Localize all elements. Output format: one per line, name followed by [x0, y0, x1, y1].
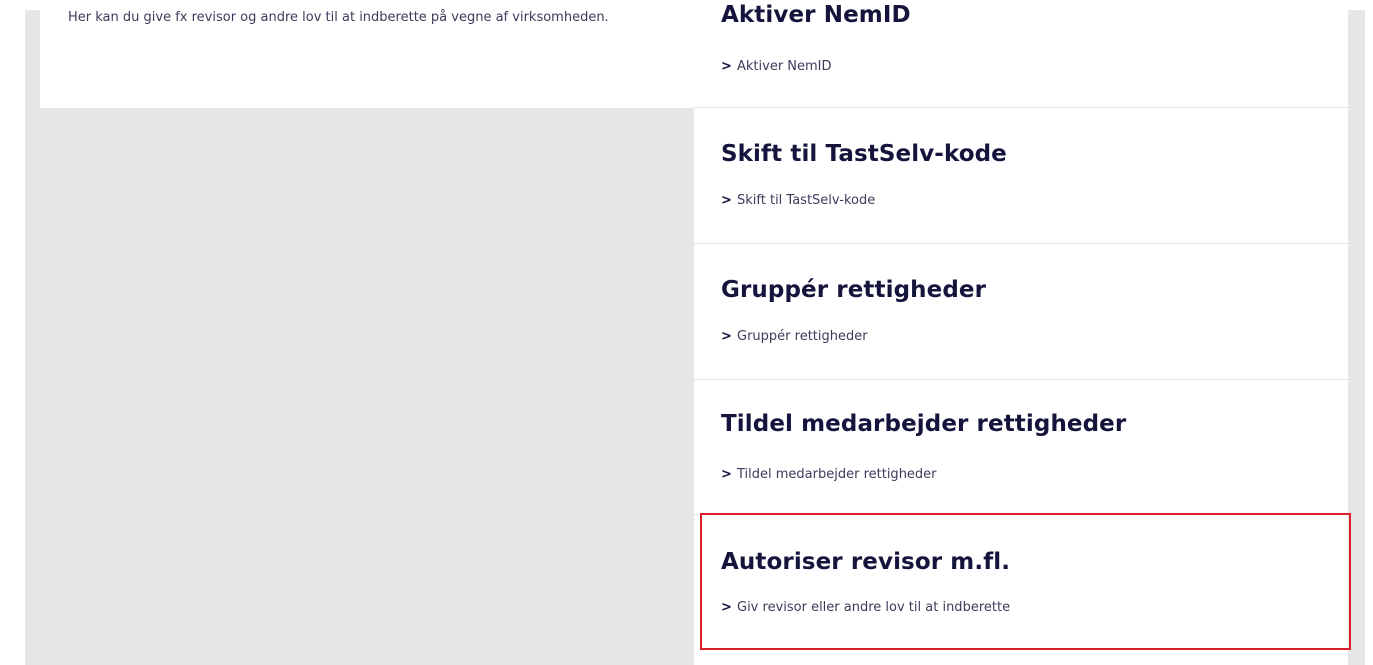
link-autoriser-revisor[interactable]: > Giv revisor eller andre lov til at ind… [721, 600, 1010, 615]
card-aktiver-nemid: Aktiver NemID > Aktiver NemID [694, 0, 1348, 108]
page: Her kan du give fx revisor og andre lov … [0, 0, 1373, 665]
card-title: Gruppér rettigheder [721, 277, 987, 303]
link-label: Giv revisor eller andre lov til at indbe… [737, 600, 1011, 615]
card-title: Autoriser revisor m.fl. [721, 549, 1011, 575]
link-tildel-rettigheder[interactable]: > Tildel medarbejder rettigheder [721, 467, 937, 482]
intro-description: Her kan du give fx revisor og andre lov … [68, 10, 609, 25]
card-tildel-rettigheder: Tildel medarbejder rettigheder > Tildel … [694, 380, 1348, 515]
card-autoriser-revisor: Autoriser revisor m.fl. > Giv revisor el… [694, 515, 1348, 665]
self-service-list: Aktiver NemID > Aktiver NemID Skift til … [694, 0, 1348, 665]
chevron-right-icon: > [721, 600, 732, 615]
link-label: Skift til TastSelv-kode [737, 193, 876, 208]
card-skift-tastselv: Skift til TastSelv-kode > Skift til Tast… [694, 108, 1348, 244]
chevron-right-icon: > [721, 193, 732, 208]
link-label: Gruppér rettigheder [737, 329, 868, 344]
link-label: Aktiver NemID [737, 59, 832, 74]
chevron-right-icon: > [721, 59, 732, 74]
card-title: Tildel medarbejder rettigheder [721, 411, 1127, 437]
link-skift-tastselv[interactable]: > Skift til TastSelv-kode [721, 193, 875, 208]
card-title: Aktiver NemID [721, 2, 911, 28]
intro-card: Her kan du give fx revisor og andre lov … [40, 0, 694, 108]
link-label: Tildel medarbejder rettigheder [737, 467, 937, 482]
chevron-right-icon: > [721, 329, 732, 344]
chevron-right-icon: > [721, 467, 732, 482]
link-aktiver-nemid[interactable]: > Aktiver NemID [721, 59, 832, 74]
link-grupper-rettigheder[interactable]: > Gruppér rettigheder [721, 329, 868, 344]
card-title: Skift til TastSelv-kode [721, 141, 1007, 167]
card-grupper-rettigheder: Gruppér rettigheder > Gruppér rettighede… [694, 244, 1348, 380]
